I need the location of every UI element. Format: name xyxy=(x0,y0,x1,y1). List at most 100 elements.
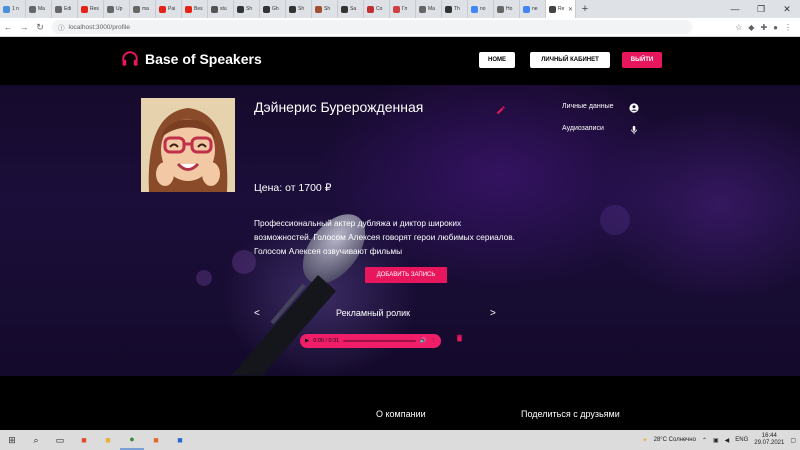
menu-icon[interactable]: ⋮ xyxy=(784,23,792,32)
tab-favicon-icon xyxy=(81,5,88,13)
avatar xyxy=(141,98,235,192)
search-icon[interactable]: ⌕ xyxy=(24,430,48,450)
home-button[interactable]: HOME xyxy=(479,52,515,68)
microphone-icon[interactable] xyxy=(629,125,639,135)
reload-icon[interactable]: ↻ xyxy=(32,22,48,33)
tab-label: ne xyxy=(532,6,538,12)
new-tab-button[interactable]: + xyxy=(576,3,594,15)
browser-tab[interactable]: Bes xyxy=(182,0,208,18)
star-icon[interactable]: ☆ xyxy=(735,23,742,32)
tray-chevron-icon[interactable]: ⌃ xyxy=(702,437,707,444)
folder-icon[interactable]: ■ xyxy=(96,430,120,450)
url-text: localhost:3000/profile xyxy=(68,23,130,31)
sun-icon: ☀ xyxy=(642,437,648,444)
close-window-button[interactable]: ✕ xyxy=(774,0,800,18)
profile-icon[interactable]: ● xyxy=(773,23,778,32)
tab-favicon-icon xyxy=(29,5,36,13)
tab-favicon-icon xyxy=(133,5,140,13)
tab-favicon-icon xyxy=(549,5,556,13)
vscode-icon[interactable]: ■ xyxy=(168,430,192,450)
site-footer: О компании Поделиться с друзьями xyxy=(0,376,800,430)
track-title: Рекламный ролик xyxy=(336,308,411,318)
system-tray: ☀ 28°C Солнечно ⌃ ▣ ◀ ENG 16:44 29.07.20… xyxy=(642,430,796,450)
browser-tab[interactable]: Sh xyxy=(234,0,260,18)
tab-favicon-icon xyxy=(289,5,296,13)
clock-time: 16:44 xyxy=(761,433,777,439)
browser-tab[interactable]: Edi xyxy=(52,0,78,18)
extension-icon[interactable]: ◆ xyxy=(748,23,754,32)
prev-track-button[interactable]: < xyxy=(254,308,260,319)
browser-tab[interactable]: Sh xyxy=(312,0,338,18)
site-logo[interactable]: Base of Speakers xyxy=(145,51,262,67)
play-icon[interactable]: ▶ xyxy=(305,338,309,344)
browser-tab[interactable]: ne xyxy=(520,0,546,18)
browser-tab[interactable]: Pai xyxy=(156,0,182,18)
address-bar[interactable]: ⓘ localhost:3000/profile xyxy=(52,20,692,34)
restore-button[interactable]: ❐ xyxy=(748,0,774,18)
chrome-icon[interactable]: ● xyxy=(120,430,144,450)
browser-tab[interactable]: Sh xyxy=(286,0,312,18)
tab-label: Ma xyxy=(428,6,435,12)
cabinet-button[interactable]: ЛИЧНЫЙ КАБИНЕТ xyxy=(530,52,610,68)
browser-tab[interactable]: Re ✕ xyxy=(546,0,576,18)
browser-tab[interactable]: Ho xyxy=(494,0,520,18)
avatar-illustration xyxy=(141,98,235,192)
toolbar-icons: ☆ ◆ ✚ ● ⋮ xyxy=(735,23,800,32)
forward-icon[interactable]: → xyxy=(16,22,32,32)
tab-label: Co xyxy=(376,6,383,12)
back-icon[interactable]: ← xyxy=(0,22,16,32)
logout-button[interactable]: ВЫЙТИ xyxy=(622,52,662,68)
notification-icon[interactable]: ▢ xyxy=(790,437,796,444)
clock[interactable]: 16:44 29.07.2021 xyxy=(754,433,784,447)
puzzle-icon[interactable]: ✚ xyxy=(760,23,767,32)
language-indicator[interactable]: ENG xyxy=(735,437,748,443)
browser-tab[interactable]: Sa xyxy=(338,0,364,18)
trash-icon[interactable] xyxy=(455,333,464,343)
footer-about-link[interactable]: О компании xyxy=(376,409,426,419)
profile-price: Цена: от 1700 ₽ xyxy=(254,182,332,194)
browser-tab[interactable]: ma xyxy=(130,0,156,18)
browser-tab[interactable]: Gh xyxy=(260,0,286,18)
tab-favicon-icon xyxy=(263,5,270,13)
info-icon[interactable]: ⓘ xyxy=(58,22,65,32)
browser-tab[interactable]: Th xyxy=(442,0,468,18)
weather-text[interactable]: 28°C Солнечно xyxy=(654,437,696,443)
windows-taskbar: ⊞ ⌕ ▭ ■ ■ ● ■ ■ ☀ 28°C Солнечно ⌃ ▣ ◀ EN… xyxy=(0,430,800,450)
edit-icon[interactable] xyxy=(496,105,506,115)
task-view-icon[interactable]: ▭ xyxy=(48,430,72,450)
browser-tab[interactable]: Up xyxy=(104,0,130,18)
tab-favicon-icon xyxy=(367,5,374,13)
browser-tab[interactable]: 1 n xyxy=(0,0,26,18)
browser-tab[interactable]: Ma xyxy=(26,0,52,18)
player-menu-icon[interactable]: ⋮ xyxy=(431,338,437,344)
browser-tab[interactable]: no xyxy=(468,0,494,18)
footer-share-link[interactable]: Поделиться с друзьями xyxy=(521,409,620,419)
tab-favicon-icon xyxy=(497,5,504,13)
browser-toolbar: ← → ↻ ⓘ localhost:3000/profile ☆ ◆ ✚ ● ⋮ xyxy=(0,18,800,37)
player-time: 0:00 / 0:31 xyxy=(313,338,340,344)
add-record-button[interactable]: ДОБАВИТЬ ЗАПИСЬ xyxy=(365,267,447,283)
speaker-icon[interactable]: ◀ xyxy=(725,437,730,444)
browser-tab[interactable]: stu xyxy=(208,0,234,18)
tab-favicon-icon xyxy=(185,5,192,13)
app-icon[interactable]: ■ xyxy=(72,430,96,450)
browser-tab[interactable]: Co xyxy=(364,0,390,18)
volume-icon[interactable]: 🔊 xyxy=(420,338,427,344)
sublime-icon[interactable]: ■ xyxy=(144,430,168,450)
network-icon[interactable]: ▣ xyxy=(713,437,719,444)
sidebar-item-personal[interactable]: Личные данные xyxy=(562,103,614,110)
windows-start-icon[interactable]: ⊞ xyxy=(0,430,24,450)
minimize-button[interactable]: — xyxy=(722,0,748,18)
tab-label: ma xyxy=(142,6,149,12)
account-icon[interactable] xyxy=(629,103,639,113)
browser-tab[interactable]: Гл xyxy=(390,0,416,18)
sidebar-item-audio[interactable]: Аудиозаписи xyxy=(562,125,604,132)
tab-favicon-icon xyxy=(523,5,530,13)
tab-favicon-icon xyxy=(341,5,348,13)
next-track-button[interactable]: > xyxy=(490,308,496,319)
tab-label: Gh xyxy=(272,6,279,12)
browser-tab[interactable]: Ma xyxy=(416,0,442,18)
progress-bar[interactable] xyxy=(343,340,416,342)
browser-tab[interactable]: Res xyxy=(78,0,104,18)
close-tab-icon[interactable]: ✕ xyxy=(568,6,573,13)
